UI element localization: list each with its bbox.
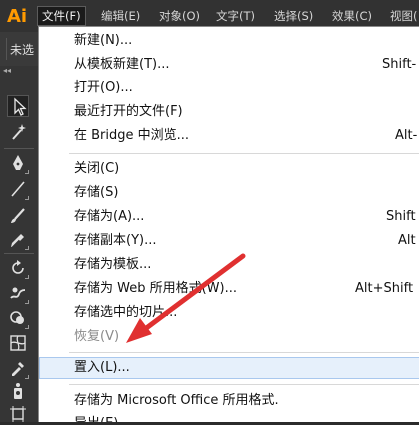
file-menu-dropdown: 新建(N)... 从模板新建(T)... Shift- 打开(O)... 最近打…: [38, 26, 419, 422]
menu-item-recent-files[interactable]: 最近打开的文件(F): [39, 101, 419, 123]
menu-item-shortcut: Shift-: [382, 57, 417, 72]
menu-item-shortcut: Alt+Shift: [355, 281, 414, 296]
menu-item-label: 存储副本(Y)...: [74, 233, 157, 248]
menu-separator: [69, 153, 419, 154]
menu-item-save-for-web[interactable]: 存储为 Web 所用格式(W)... Alt+Shift: [39, 278, 419, 300]
warp-tool-icon[interactable]: [7, 282, 29, 304]
menu-type[interactable]: 文字(T): [212, 6, 259, 26]
menu-item-label: 从模板新建(T)...: [74, 57, 170, 72]
line-tool-icon[interactable]: [7, 178, 29, 200]
app-logo: Ai: [6, 6, 28, 27]
menu-item-label: 最近打开的文件(F): [74, 104, 183, 119]
menu-item-save-as[interactable]: 存储为(A)... Shift: [39, 206, 419, 228]
menu-item-export[interactable]: 导出(E)...: [39, 413, 419, 422]
rotate-tool-icon[interactable]: [7, 257, 29, 279]
menu-item-save-copy[interactable]: 存储副本(Y)... Alt: [39, 230, 419, 252]
menu-item-new[interactable]: 新建(N)...: [39, 30, 419, 52]
pen-tool-icon[interactable]: [7, 152, 29, 174]
tool-flyout-indicator: [25, 375, 29, 379]
tool-flyout-indicator: [25, 300, 29, 304]
tool-flyout-indicator: [25, 325, 29, 329]
menu-separator: [69, 352, 419, 353]
tool-flyout-indicator: [25, 275, 29, 279]
menu-item-label: 存储(S): [74, 185, 119, 200]
menu-item-new-from-template[interactable]: 从模板新建(T)... Shift-: [39, 54, 419, 76]
gradient-mesh-icon[interactable]: [7, 332, 29, 354]
menu-item-save-selected-slices[interactable]: 存储选中的切片...: [39, 302, 419, 324]
strip-divider: [6, 38, 7, 60]
tool-flyout-indicator: [25, 246, 29, 250]
menu-item-save-for-office[interactable]: 存储为 Microsoft Office 所用格式.: [39, 390, 419, 412]
tool-flyout-indicator: [25, 196, 29, 200]
menu-item-browse-in-bridge[interactable]: 在 Bridge 中浏览... Alt-: [39, 125, 419, 147]
selection-status-label: 未选: [10, 43, 35, 57]
menu-item-shortcut: Alt-: [395, 128, 418, 143]
selection-tool-icon[interactable]: [7, 95, 29, 117]
control-strip: 未选: [0, 32, 38, 67]
eyedropper-icon[interactable]: [7, 357, 29, 379]
pencil-tool-icon[interactable]: [7, 228, 29, 250]
menu-item-close[interactable]: 关闭(C): [39, 158, 419, 180]
menu-item-label: 存储为模板...: [74, 257, 152, 272]
menu-select[interactable]: 选择(S): [270, 6, 317, 26]
menu-edit[interactable]: 编辑(E): [97, 6, 144, 26]
menu-object[interactable]: 对象(O): [155, 6, 204, 26]
menu-item-label: 存储为(A)...: [74, 209, 145, 224]
menu-item-label: 打开(O)...: [74, 80, 133, 95]
menu-item-label: 关闭(C): [74, 161, 120, 176]
tools-panel: ◂◂: [0, 66, 38, 422]
shape-builder-icon[interactable]: [7, 307, 29, 329]
menu-item-label: 置入(L)...: [74, 360, 130, 375]
brush-tool-icon[interactable]: [7, 204, 29, 226]
menu-item-shortcut: Shift: [386, 209, 416, 224]
toolbar-divider: [4, 148, 34, 149]
menu-file[interactable]: 文件(F): [37, 6, 86, 26]
menu-view[interactable]: 视图(: [386, 6, 419, 26]
menu-item-shortcut: Alt: [398, 233, 416, 248]
symbol-sprayer-icon[interactable]: [7, 380, 29, 402]
menu-item-label: 存储选中的切片...: [74, 305, 178, 320]
menu-item-label: 恢复(V): [74, 329, 120, 344]
menu-item-open[interactable]: 打开(O)...: [39, 77, 419, 99]
menu-item-label: 在 Bridge 中浏览...: [74, 128, 190, 143]
toolbar-divider: [4, 253, 34, 254]
menu-item-label: 新建(N)...: [74, 33, 133, 48]
menu-separator: [69, 384, 419, 385]
menu-item-label: 导出(E)...: [74, 413, 131, 422]
collapse-panel-icon[interactable]: ◂◂: [3, 66, 33, 76]
menu-effect[interactable]: 效果(C): [328, 6, 376, 26]
menu-item-revert: 恢复(V): [39, 326, 419, 348]
menu-item-label: 存储为 Microsoft Office 所用格式.: [74, 393, 279, 408]
tool-flyout-indicator: [25, 170, 29, 174]
menu-item-save-as-template[interactable]: 存储为模板...: [39, 254, 419, 276]
magic-wand-icon[interactable]: [7, 121, 29, 143]
menu-item-place[interactable]: 置入(L)...: [39, 357, 419, 379]
menu-item-label: 存储为 Web 所用格式(W)...: [74, 281, 238, 296]
menu-item-save[interactable]: 存储(S): [39, 182, 419, 204]
